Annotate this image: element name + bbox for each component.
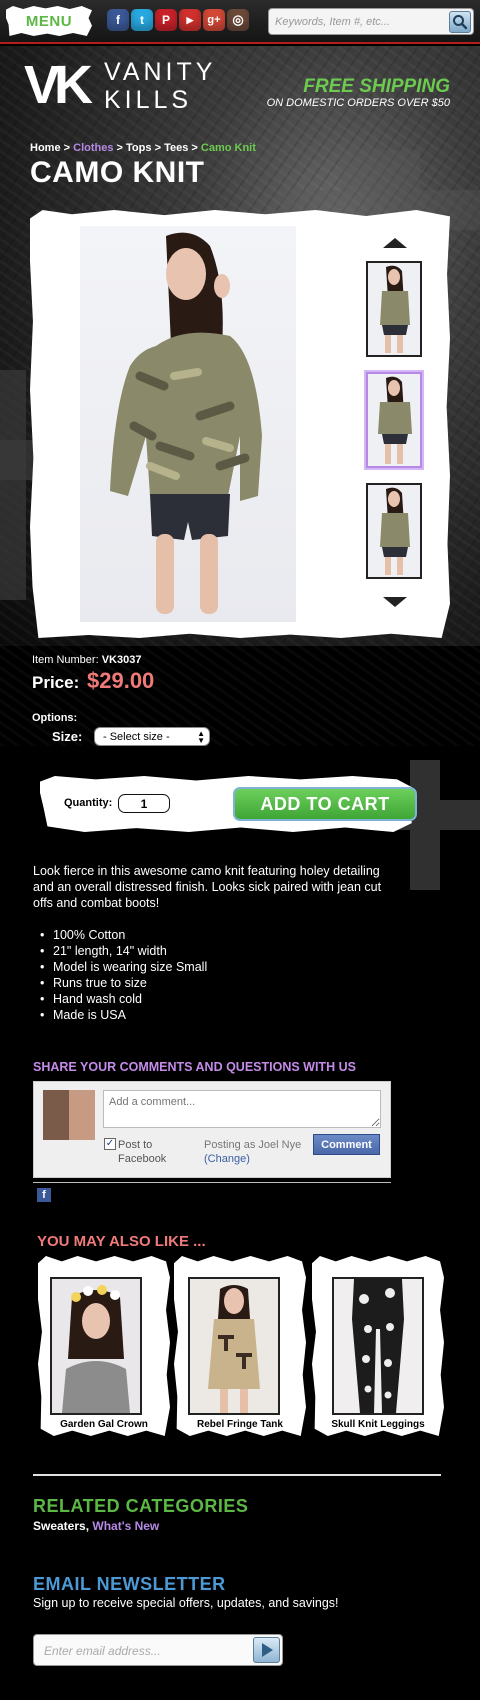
instagram-icon[interactable]: ◎	[227, 9, 249, 31]
quantity-label: Quantity:	[64, 797, 113, 809]
facebook-icon[interactable]: f	[37, 1188, 51, 1202]
logo-text-vanity: VANITY	[104, 58, 217, 86]
change-account-link[interactable]: (Change)	[204, 1152, 301, 1166]
feature-item: Runs true to size	[40, 975, 207, 991]
size-select[interactable]: - Select size - ▲ ▼	[94, 727, 210, 746]
newsletter-subtext: Sign up to receive special offers, updat…	[33, 1596, 339, 1610]
avatar	[43, 1090, 95, 1140]
youtube-icon[interactable]: ▶	[179, 9, 201, 31]
post-to-facebook-label: Post to Facebook	[118, 1139, 167, 1165]
logo-text-kills: KILLS	[104, 86, 193, 114]
thumbnail-1[interactable]	[366, 261, 422, 357]
divider	[33, 1182, 391, 1183]
feature-list: 100% Cotton 21" length, 14" width Model …	[40, 927, 207, 1023]
breadcrumb-tees[interactable]: Tees	[164, 142, 188, 154]
thumbnail-image	[378, 376, 412, 464]
recommendation-name[interactable]: Skull Knit Leggings	[312, 1419, 444, 1430]
email-signup-box	[33, 1634, 283, 1666]
facebook-icon[interactable]: f	[107, 9, 129, 31]
breadcrumb-separator: >	[154, 142, 161, 154]
twitter-icon[interactable]: t	[131, 9, 153, 31]
thumbnail-scroll-down[interactable]	[383, 597, 407, 607]
feature-item: 21" length, 14" width	[40, 943, 207, 959]
breadcrumb-current: Camo Knit	[200, 142, 256, 154]
newsletter-heading: EMAIL NEWSLETTER	[33, 1574, 226, 1594]
size-label: Size:	[52, 729, 83, 744]
google-plus-icon[interactable]: g+	[203, 9, 225, 31]
decorative-cross	[0, 370, 26, 600]
comments-heading: SHARE YOUR COMMENTS AND QUESTIONS WITH U…	[33, 1060, 356, 1074]
product-photo	[208, 1285, 260, 1413]
email-field[interactable]	[44, 1642, 234, 1660]
search-button[interactable]	[449, 11, 471, 33]
related-link-sweaters[interactable]: Sweaters	[33, 1519, 86, 1533]
related-link-whats-new[interactable]: What's New	[92, 1519, 159, 1533]
post-to-facebook-checkbox[interactable]: ✓	[104, 1138, 116, 1150]
options-label: Options:	[32, 712, 78, 724]
posting-as: Posting as Joel Nye (Change)	[204, 1138, 301, 1166]
thumbnail-image	[380, 265, 410, 353]
search-box	[268, 8, 474, 35]
breadcrumb: Home > Clothes > Tops > Tees > Camo Knit	[30, 142, 256, 154]
feature-item: Hand wash cold	[40, 991, 207, 1007]
product-description: Look fierce in this awesome camo knit fe…	[33, 864, 382, 910]
menu-button[interactable]: MENU	[6, 6, 92, 36]
recommendation-name[interactable]: Garden Gal Crown	[38, 1419, 170, 1430]
item-number-value: VK3037	[101, 654, 142, 666]
breadcrumb-separator: >	[116, 142, 123, 154]
thumbnail-3[interactable]	[366, 483, 422, 579]
product-photo	[352, 1279, 404, 1413]
related-categories-links: Sweaters, What's New	[33, 1519, 159, 1533]
recommendation-image[interactable]	[332, 1277, 424, 1415]
item-number-label: Item Number:	[32, 654, 99, 666]
product-photo	[62, 1285, 130, 1413]
search-icon	[453, 15, 468, 30]
email-submit-button[interactable]	[253, 1637, 280, 1663]
breadcrumb-tops[interactable]: Tops	[126, 142, 151, 154]
size-select-value: - Select size -	[103, 730, 170, 743]
breadcrumb-separator: >	[191, 142, 198, 154]
feature-item: Made is USA	[40, 1007, 207, 1023]
logo-mark[interactable]: VK	[24, 58, 93, 112]
thumbnail-2[interactable]	[366, 372, 422, 468]
breadcrumb-home[interactable]: Home	[30, 142, 61, 154]
feature-item: 100% Cotton	[40, 927, 207, 943]
play-arrow-icon	[262, 1643, 273, 1657]
free-shipping-banner: FREE SHIPPING	[303, 76, 450, 97]
breadcrumb-clothes[interactable]: Clothes	[73, 142, 113, 154]
item-number: Item Number: VK3037	[32, 654, 141, 666]
price-label: Price:	[32, 673, 80, 692]
free-shipping-subtext: ON DOMESTIC ORDERS OVER $50	[266, 97, 450, 109]
search-input[interactable]	[275, 12, 439, 32]
recommendations-heading: YOU MAY ALSO LIKE ...	[37, 1233, 206, 1250]
posting-as-name: Posting as Joel Nye	[204, 1139, 302, 1151]
comment-input[interactable]	[103, 1090, 381, 1128]
related-separator: ,	[85, 1519, 90, 1533]
pinterest-icon[interactable]: P	[155, 9, 177, 31]
comment-button[interactable]: Comment	[313, 1134, 380, 1155]
related-categories-heading: RELATED CATEGORIES	[33, 1496, 249, 1516]
model-photo	[110, 232, 262, 614]
select-arrows-icon: ▲ ▼	[197, 729, 205, 745]
thumbnail-image	[380, 487, 410, 575]
recommendation-image[interactable]	[50, 1277, 142, 1415]
add-to-cart-button[interactable]: ADD TO CART	[233, 787, 417, 821]
feature-item: Model is wearing size Small	[40, 959, 207, 975]
thumbnail-scroll-up[interactable]	[383, 238, 407, 248]
quantity-input[interactable]	[118, 794, 170, 813]
product-main-image[interactable]	[80, 226, 296, 622]
recommendation-image[interactable]	[188, 1277, 280, 1415]
price-value: $29.00	[87, 668, 155, 693]
divider	[33, 1474, 441, 1476]
page-title: CAMO KNIT	[30, 156, 205, 189]
recommendation-name[interactable]: Rebel Fringe Tank	[174, 1419, 306, 1430]
breadcrumb-separator: >	[63, 142, 71, 154]
